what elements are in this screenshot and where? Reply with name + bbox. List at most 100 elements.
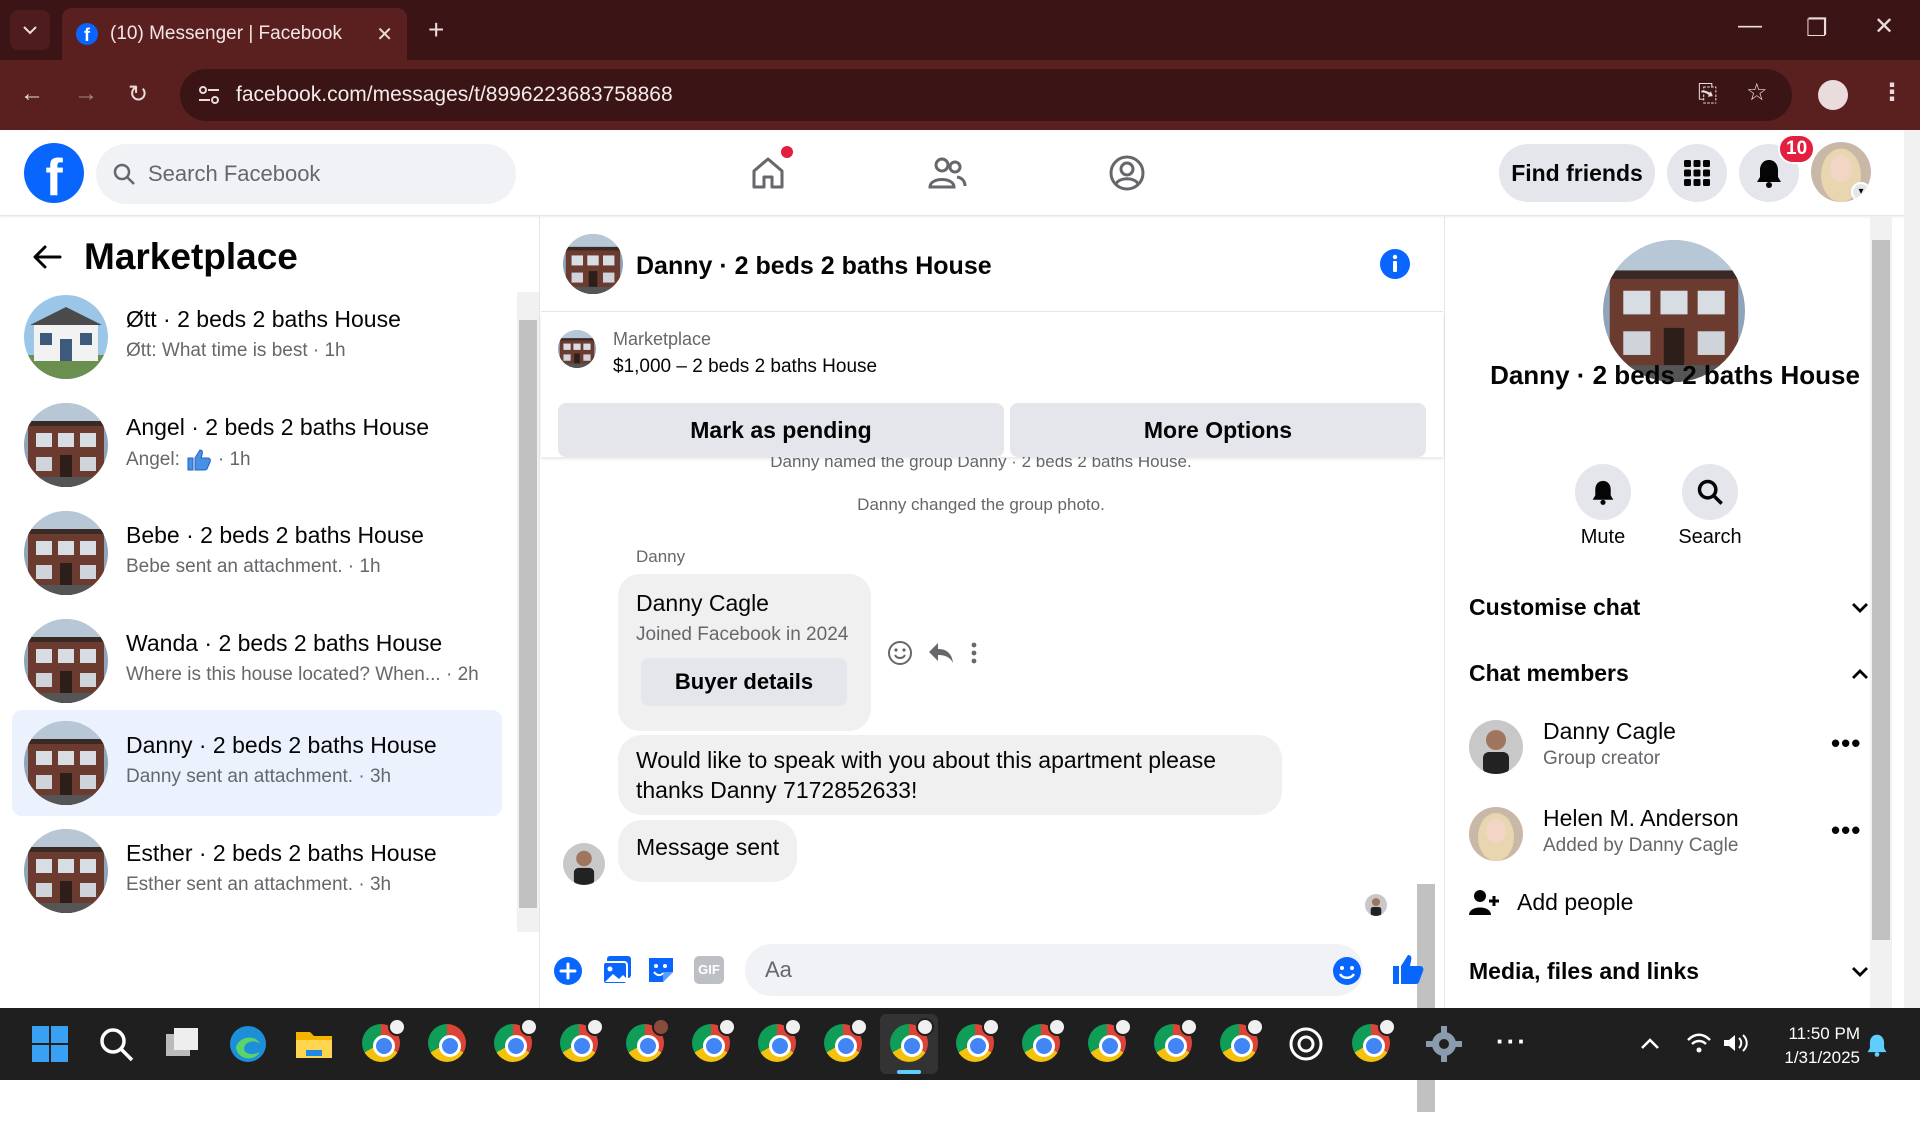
file-explorer-icon[interactable]	[292, 1022, 336, 1066]
more-options-button[interactable]: More Options	[1010, 403, 1426, 457]
browser-tab-bar: f (10) Messenger | Facebook ✕ + — ❐ ✕	[0, 0, 1920, 60]
close-window-icon[interactable]: ✕	[1874, 12, 1894, 41]
chatgpt-icon[interactable]	[1284, 1022, 1328, 1066]
back-icon[interactable]: ←	[20, 80, 44, 108]
settings-gear-icon[interactable]	[1422, 1022, 1466, 1066]
chrome-window-icon[interactable]	[758, 1018, 802, 1062]
react-emoji-icon[interactable]	[887, 640, 913, 666]
account-avatar[interactable]: ▾	[1811, 142, 1871, 202]
customise-chat-section[interactable]: Customise chat	[1469, 594, 1869, 621]
chrome-window-icon[interactable]	[1154, 1018, 1198, 1062]
conversation-item[interactable]: Øtt · 2 beds 2 baths House Øtt: What tim…	[12, 284, 502, 390]
new-tab-icon[interactable]: +	[428, 14, 444, 46]
reply-icon[interactable]	[927, 641, 955, 665]
conversation-item-active[interactable]: Danny · 2 beds 2 baths House Danny sent …	[12, 710, 502, 816]
conversation-item[interactable]: Esther · 2 beds 2 baths House Esther sen…	[12, 818, 502, 924]
search-input[interactable]	[148, 161, 488, 187]
conversation-item[interactable]: Wanda · 2 beds 2 baths House Where is th…	[12, 608, 502, 714]
reload-icon[interactable]: ↻	[128, 80, 148, 109]
chat-members-section[interactable]: Chat members	[1469, 660, 1869, 687]
search-box[interactable]	[96, 144, 516, 204]
member-name: Danny Cagle	[1543, 718, 1676, 744]
chat-avatar[interactable]	[563, 234, 623, 294]
add-people-button[interactable]: Add people	[1469, 888, 1633, 916]
conversation-item[interactable]: Angel · 2 beds 2 baths House Angel: · 1h	[12, 392, 502, 498]
address-bar[interactable]: facebook.com/messages/t/8996223683758868	[180, 69, 1792, 121]
more-apps-icon[interactable]: ···	[1496, 1026, 1528, 1057]
chrome-menu-icon[interactable]: ⋮	[1880, 78, 1904, 107]
listing-title[interactable]: $1,000 – 2 beds 2 baths House	[613, 356, 877, 378]
search-in-chat-button[interactable]	[1682, 464, 1738, 520]
wifi-icon[interactable]	[1686, 1032, 1712, 1054]
buyer-details-button[interactable]: Buyer details	[641, 658, 847, 706]
volume-icon[interactable]	[1722, 1032, 1750, 1054]
media-files-links-section[interactable]: Media, files and links	[1469, 958, 1869, 985]
chrome-window-icon[interactable]	[956, 1018, 1000, 1062]
chrome-window-icon[interactable]	[560, 1018, 604, 1062]
mute-label: Mute	[1580, 526, 1626, 548]
more-horizontal-icon[interactable]: •••	[1831, 728, 1861, 759]
like-thumbs-up-icon[interactable]	[1391, 952, 1425, 986]
member-row[interactable]: Helen M. Anderson Added by Danny Cagle •…	[1469, 803, 1869, 865]
plus-circle-icon[interactable]	[553, 956, 583, 986]
chrome-window-icon[interactable]	[1220, 1018, 1264, 1062]
task-view-icon[interactable]	[160, 1022, 204, 1066]
edge-icon[interactable]	[226, 1022, 270, 1066]
listing-thumbnail[interactable]	[558, 330, 596, 368]
bookmark-star-icon[interactable]: ☆	[1746, 78, 1768, 107]
page-scrollbar[interactable]	[1904, 130, 1920, 1008]
tab-close-icon[interactable]: ✕	[376, 22, 393, 47]
emoji-icon[interactable]	[1332, 956, 1362, 986]
chat-details-panel: Danny · 2 beds 2 baths House Mute Search…	[1444, 216, 1904, 1008]
browser-tab[interactable]: f (10) Messenger | Facebook ✕	[62, 8, 407, 60]
conversation-list-scrollbar[interactable]	[517, 292, 539, 932]
url-text: facebook.com/messages/t/8996223683758868	[236, 83, 673, 106]
install-app-icon[interactable]: ⎘	[1698, 80, 1717, 108]
restore-icon[interactable]: ❐	[1806, 14, 1828, 43]
facebook-logo-icon[interactable]: f	[24, 143, 84, 203]
chat-title[interactable]: Danny · 2 beds 2 baths House	[636, 252, 992, 281]
photo-icon[interactable]	[601, 954, 633, 986]
conversation-item[interactable]: Bebe · 2 beds 2 baths House Bebe sent an…	[12, 500, 502, 606]
mute-button[interactable]	[1575, 464, 1631, 520]
tab-search-button[interactable]	[10, 10, 50, 50]
more-vertical-icon[interactable]	[969, 641, 979, 665]
windows-start-icon[interactable]	[28, 1022, 72, 1066]
nav-friends[interactable]	[922, 150, 972, 196]
nav-profile[interactable]	[1102, 150, 1152, 196]
site-settings-icon[interactable]	[198, 85, 220, 105]
gif-icon[interactable]: GIF	[694, 956, 724, 984]
minimize-icon[interactable]: —	[1738, 12, 1762, 40]
chrome-window-icon[interactable]	[1352, 1018, 1396, 1062]
scrollbar-thumb[interactable]	[1872, 240, 1890, 940]
chrome-window-icon-active[interactable]	[890, 1018, 934, 1062]
chevron-up-icon[interactable]	[1640, 1036, 1660, 1050]
sticker-icon[interactable]	[645, 954, 677, 986]
search-icon[interactable]	[94, 1022, 138, 1066]
notification-bell-icon[interactable]	[1866, 1032, 1888, 1058]
chrome-window-icon[interactable]	[428, 1024, 466, 1062]
scrollbar-thumb[interactable]	[519, 320, 537, 908]
message-input[interactable]	[745, 944, 1363, 996]
mark-as-pending-button[interactable]: Mark as pending	[558, 403, 1004, 457]
chrome-profile-icon[interactable]	[1818, 80, 1848, 110]
nav-home[interactable]	[743, 146, 793, 196]
info-icon[interactable]	[1379, 248, 1411, 280]
chrome-window-icon[interactable]	[362, 1018, 406, 1062]
sender-avatar[interactable]	[563, 843, 605, 885]
chrome-window-icon[interactable]	[692, 1018, 736, 1062]
member-row[interactable]: Danny Cagle Group creator •••	[1469, 716, 1869, 778]
details-scrollbar[interactable]	[1870, 216, 1892, 1008]
forward-icon[interactable]: →	[74, 80, 98, 108]
menu-button[interactable]	[1667, 144, 1727, 202]
more-horizontal-icon[interactable]: •••	[1831, 815, 1861, 846]
chrome-window-icon[interactable]	[494, 1018, 538, 1062]
chrome-window-icon[interactable]	[1022, 1018, 1066, 1062]
chrome-window-icon[interactable]	[824, 1018, 868, 1062]
find-friends-button[interactable]: Find friends	[1499, 144, 1655, 202]
taskbar-clock[interactable]: 11:50 PM 1/31/2025	[1770, 1022, 1860, 1070]
back-arrow-icon[interactable]	[32, 244, 62, 270]
read-receipt-avatar	[1365, 894, 1387, 916]
chrome-window-icon[interactable]	[626, 1018, 670, 1062]
chrome-window-icon[interactable]	[1088, 1018, 1132, 1062]
